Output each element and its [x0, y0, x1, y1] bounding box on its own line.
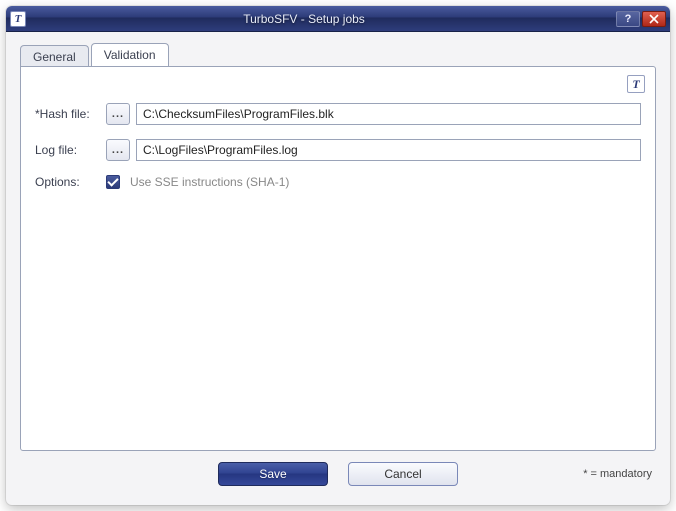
tab-validation[interactable]: Validation — [91, 43, 169, 66]
hash-file-browse-button[interactable]: ... — [106, 103, 130, 125]
close-button[interactable] — [642, 11, 666, 27]
tab-general[interactable]: General — [20, 45, 89, 67]
save-button[interactable]: Save — [218, 462, 328, 486]
window-title: TurboSFV - Setup jobs — [6, 12, 616, 26]
help-button[interactable]: ? — [616, 11, 640, 27]
form: *Hash file: ... Log file: ... Options: U… — [35, 103, 641, 189]
mandatory-note: * = mandatory — [583, 468, 652, 480]
log-file-browse-button[interactable]: ... — [106, 139, 130, 161]
log-file-input[interactable] — [136, 139, 641, 161]
titlebar: T TurboSFV - Setup jobs ? — [6, 6, 670, 32]
close-icon — [649, 14, 659, 24]
footer: Save Cancel * = mandatory — [20, 451, 656, 497]
options-row: Options: Use SSE instructions (SHA-1) — [35, 175, 641, 189]
cancel-button[interactable]: Cancel — [348, 462, 458, 486]
options-label: Options: — [35, 175, 100, 189]
tabs-row: General Validation — [20, 42, 656, 66]
use-sse-checkbox[interactable] — [106, 175, 120, 189]
use-sse-label: Use SSE instructions (SHA-1) — [130, 175, 289, 189]
validation-panel: T *Hash file: ... Log file: ... Options:… — [20, 66, 656, 451]
body-area: General Validation T *Hash file: ... Log… — [6, 32, 670, 505]
panel-logo-icon: T — [627, 75, 645, 93]
window-controls: ? — [616, 11, 666, 27]
hash-file-row: *Hash file: ... — [35, 103, 641, 125]
log-file-row: Log file: ... — [35, 139, 641, 161]
window-frame: T TurboSFV - Setup jobs ? General Valida… — [6, 6, 670, 505]
hash-file-label: *Hash file: — [35, 107, 100, 121]
log-file-label: Log file: — [35, 143, 100, 157]
hash-file-input[interactable] — [136, 103, 641, 125]
